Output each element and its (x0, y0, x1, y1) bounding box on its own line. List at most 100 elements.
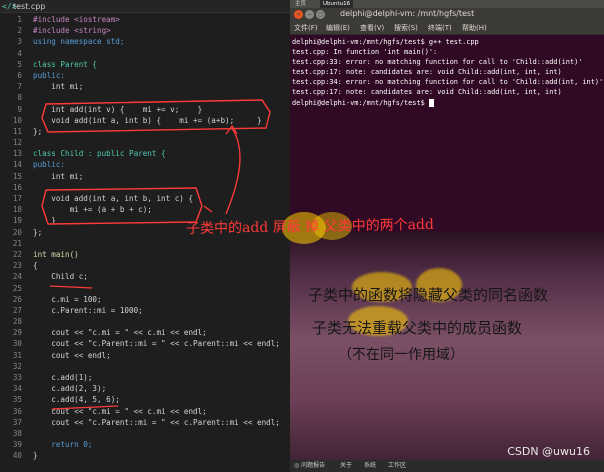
code-line[interactable]: 36 cout << "c.mi = " << c.mi << endl; (0, 406, 290, 417)
editor-tab[interactable]: </> test.cpp (0, 0, 290, 13)
code-text: using namespace std; (33, 37, 125, 47)
code-line[interactable]: 11}; (0, 126, 290, 137)
code-line[interactable]: 18 mi += (a + b + c); (0, 204, 290, 215)
code-text: class Child : public Parent { (33, 149, 166, 159)
line-number: 2 (17, 26, 22, 36)
code-text: cout << "c.Parent::mi = " << c.Parent::m… (33, 339, 280, 349)
terminal-line: test.cpp:33: error: no matching function… (292, 58, 583, 67)
menu-search[interactable]: 搜索(S) (394, 22, 418, 35)
code-line[interactable]: 1 #include <iostream> (0, 14, 290, 25)
code-text: int mi; (33, 82, 84, 92)
vm-tab-home[interactable]: 主页 (292, 0, 309, 8)
code-line[interactable]: 22 int main() (0, 249, 290, 260)
notes-panel: 子类中的函数将隐藏父类的同名函数 子类无法重载父类中的成员函数 （不在同一作用域… (290, 232, 604, 472)
code-text: #include <string> (33, 26, 111, 36)
code-line[interactable]: 28 (0, 316, 290, 327)
line-number: 35 (12, 395, 22, 405)
line-number: 8 (17, 93, 22, 103)
code-line[interactable]: 33 c.add(1); (0, 372, 290, 383)
code-line[interactable]: 15 int mi; (0, 171, 290, 182)
line-number: 25 (12, 283, 22, 293)
line-number: 30 (12, 339, 22, 349)
taskbar-item-workspace[interactable]: 工作区 (388, 460, 406, 472)
terminal-window[interactable]: 主页 Ubuntu16 × – □ delphi@delphi-vm: /mnt… (290, 0, 604, 232)
code-line[interactable]: 27 c.Parent::mi = 1000; (0, 305, 290, 316)
line-number: 17 (12, 194, 22, 203)
code-text: void add(int a, int b) { mi += (a+b); } (33, 115, 262, 125)
menu-view[interactable]: 查看(V) (360, 22, 384, 35)
taskbar-item-system[interactable]: 系统 (364, 460, 376, 472)
taskbar-item-report[interactable]: ◎ 问题报告 (294, 460, 325, 472)
code-line[interactable]: 3 using namespace std; (0, 36, 290, 47)
code-line[interactable]: 29 cout << "c.mi = " << c.mi << endl; (0, 327, 290, 338)
note-line-2: 子类无法重载父类中的成员函数 (312, 319, 523, 337)
code-line[interactable]: 24 Child c; (0, 271, 290, 282)
vm-tab-ubuntu[interactable]: Ubuntu16 (320, 0, 354, 8)
code-line[interactable]: 39 return 0; (0, 439, 290, 450)
terminal-prompt: delphi@delphi-vm:/mnt/hgfs/test$ (292, 98, 429, 107)
code-line[interactable]: 31 cout << endl; (0, 350, 290, 361)
code-line[interactable]: 8 (0, 92, 290, 103)
code-line[interactable]: 35 c.add(4, 5, 6); (0, 394, 290, 405)
line-number: 6 (17, 70, 22, 80)
line-number: 7 (17, 82, 22, 92)
code-area[interactable]: 1 #include <iostream> 2 #include <string> 3 u… (0, 14, 290, 462)
line-number: 31 (12, 350, 22, 360)
note-line-3: （不在同一作用域） (338, 347, 464, 363)
code-text: { (33, 261, 38, 271)
code-line[interactable]: 26 c.mi = 100; (0, 294, 290, 305)
taskbar-item-about[interactable]: 关于 (340, 460, 352, 472)
minimize-icon[interactable]: – (305, 10, 314, 19)
code-text: c.Parent::mi = 1000; (33, 305, 143, 315)
line-number: 4 (17, 48, 22, 58)
line-number: 20 (12, 227, 22, 237)
code-line[interactable]: 17 void add(int a, int b, int c) { (0, 193, 290, 204)
code-line[interactable]: 30 cout << "c.Parent::mi = " << c.Parent… (0, 338, 290, 349)
code-line[interactable]: 25 (0, 283, 290, 294)
line-number: 24 (12, 272, 22, 282)
code-line[interactable]: 2 #include <string> (0, 25, 290, 36)
terminal-output[interactable]: delphi@delphi-vm:/mnt/hgfs/test$ g++ tes… (292, 37, 604, 108)
code-text: #include <iostream> (33, 15, 120, 24)
code-text: } (33, 216, 56, 226)
code-line[interactable]: 23 { (0, 260, 290, 271)
code-line[interactable]: 5 class Parent { (0, 59, 290, 70)
menu-file[interactable]: 文件(F) (294, 22, 318, 35)
line-number: 21 (12, 238, 22, 248)
line-number: 23 (12, 261, 22, 271)
code-line[interactable]: 16 (0, 182, 290, 193)
terminal-prompt-line: delphi@delphi-vm:/mnt/hgfs/test$ (292, 98, 604, 108)
code-line[interactable]: 9 int add(int v) { mi += v; } (0, 104, 290, 115)
line-number: 18 (12, 205, 22, 215)
menu-help[interactable]: 帮助(H) (462, 22, 487, 35)
code-line[interactable]: 32 (0, 361, 290, 372)
code-text: return 0; (33, 440, 93, 450)
line-number: 26 (12, 294, 22, 304)
code-line[interactable]: 7 int mi; (0, 81, 290, 92)
code-line[interactable]: 10 void add(int a, int b) { mi += (a+b);… (0, 115, 290, 126)
code-line[interactable]: 21 (0, 238, 290, 249)
menu-edit[interactable]: 编辑(E) (326, 22, 350, 35)
code-line[interactable]: 4 (0, 48, 290, 59)
close-icon[interactable]: × (294, 10, 303, 19)
code-line[interactable]: 38 (0, 428, 290, 439)
code-text: class Parent { (33, 59, 98, 69)
vm-tab-strip: 主页 Ubuntu16 (290, 0, 604, 8)
code-line[interactable]: 14 public: (0, 159, 290, 170)
code-text: } (33, 451, 38, 461)
code-line[interactable]: 34 c.add(2, 3); (0, 383, 290, 394)
code-line[interactable]: 40} (0, 450, 290, 461)
code-line[interactable]: 37 cout << "c.Parent::mi = " << c.Parent… (0, 417, 290, 428)
line-number: 29 (12, 328, 22, 338)
code-line[interactable]: 13 class Child : public Parent { (0, 148, 290, 159)
code-line[interactable]: 12 (0, 137, 290, 148)
line-number: 38 (12, 428, 22, 438)
code-line[interactable]: 6 public: (0, 70, 290, 81)
terminal-line: test.cpp:17: note: candidates are: void … (292, 88, 562, 97)
line-number: 33 (12, 373, 22, 382)
line-number: 1 (17, 15, 22, 24)
menu-terminal[interactable]: 终端(T) (428, 22, 452, 35)
maximize-icon[interactable]: □ (316, 10, 325, 19)
code-text: c.add(2, 3); (33, 384, 107, 394)
code-text: int mi; (33, 171, 84, 181)
